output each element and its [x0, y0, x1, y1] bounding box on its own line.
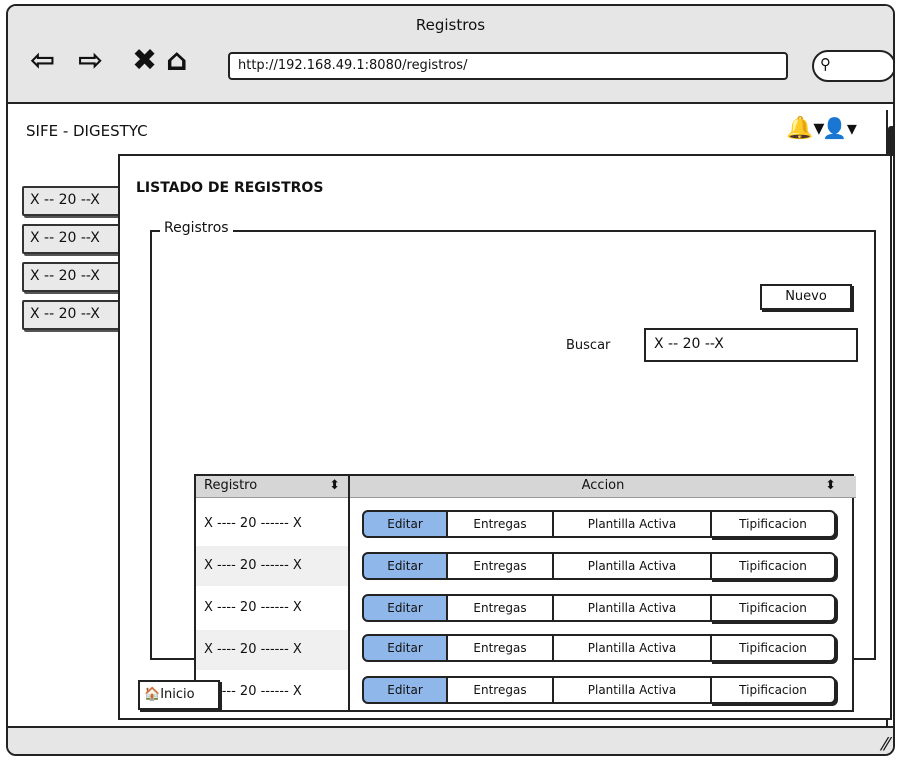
plantilla-activa-button[interactable]: Plantilla Activa — [552, 552, 712, 580]
tipificacion-button[interactable]: Tipificacion — [710, 510, 836, 538]
resize-grip-icon[interactable]: ⁄⁄ — [883, 734, 889, 754]
home-icon: 🏠 — [144, 687, 161, 702]
search-input[interactable]: X -- 20 --X — [644, 328, 858, 362]
entregas-button[interactable]: Entregas — [446, 634, 554, 662]
sort-icon[interactable]: ⬍ — [825, 478, 836, 493]
table-row-registro: X ---- 20 ------ X — [196, 546, 348, 586]
entregas-button[interactable]: Entregas — [446, 510, 554, 538]
home-icon[interactable]: ⌂ — [166, 46, 187, 76]
sidebar-item[interactable]: X -- 20 --X — [22, 186, 120, 216]
editar-button[interactable]: Editar — [362, 552, 448, 580]
plantilla-activa-button[interactable]: Plantilla Activa — [552, 634, 712, 662]
column-divider — [348, 476, 350, 710]
column-header-registro[interactable]: Registro ⬍ — [196, 476, 348, 498]
table-row-registro: X ---- 20 ------ X — [204, 516, 302, 531]
action-group: Editar Entregas Plantilla Activa Tipific… — [362, 510, 844, 538]
editar-button[interactable]: Editar — [362, 634, 448, 662]
entregas-button[interactable]: Entregas — [446, 594, 554, 622]
registros-table: Registro ⬍ Accion ⬍ X ---- 20 ------ X X… — [194, 474, 856, 712]
action-group: Editar Entregas Plantilla Activa Tipific… — [362, 552, 844, 580]
url-bar[interactable]: http://192.168.49.1:8080/registros/ — [228, 52, 788, 80]
action-group: Editar Entregas Plantilla Activa Tipific… — [362, 676, 844, 704]
editar-button[interactable]: Editar — [362, 676, 448, 704]
page-title: LISTADO DE REGISTROS — [136, 180, 324, 196]
sidebar-item[interactable]: X -- 20 --X — [22, 224, 120, 254]
tipificacion-button[interactable]: Tipificacion — [710, 594, 836, 622]
column-header-accion[interactable]: Accion ⬍ — [348, 476, 856, 498]
editar-button[interactable]: Editar — [362, 594, 448, 622]
browser-window: Registros ⇦ ⇨ ✖ ⌂ http://192.168.49.1:80… — [6, 4, 895, 756]
home-button[interactable]: 🏠Inicio — [138, 680, 220, 710]
main-panel: LISTADO DE REGISTROS Registros Nuevo Bus… — [118, 154, 892, 720]
back-arrow-icon[interactable]: ⇦ — [30, 46, 55, 76]
group-label: Registros — [160, 220, 233, 236]
window-title: Registros — [415, 16, 486, 34]
scrollbar-thumb[interactable] — [888, 126, 893, 156]
status-bar: ⁄⁄ — [8, 726, 893, 754]
action-group: Editar Entregas Plantilla Activa Tipific… — [362, 594, 844, 622]
plantilla-activa-button[interactable]: Plantilla Activa — [552, 594, 712, 622]
entregas-button[interactable]: Entregas — [446, 676, 554, 704]
sidebar-item[interactable]: X -- 20 --X — [22, 262, 120, 292]
bell-icon[interactable]: 🔔▾ — [786, 116, 824, 141]
search-label: Buscar — [566, 338, 611, 353]
registros-group: Registros Nuevo Buscar X -- 20 --X Regis… — [150, 220, 876, 712]
tipificacion-button[interactable]: Tipificacion — [710, 676, 836, 704]
browser-titlebar: Registros ⇦ ⇨ ✖ ⌂ http://192.168.49.1:80… — [8, 6, 893, 104]
sidebar-item[interactable]: X -- 20 --X — [22, 300, 120, 330]
table-row-registro: X ---- 20 ------ X — [204, 600, 302, 615]
new-button[interactable]: Nuevo — [760, 284, 852, 310]
user-icon[interactable]: 👤▾ — [822, 116, 857, 140]
tipificacion-button[interactable]: Tipificacion — [710, 552, 836, 580]
editar-button[interactable]: Editar — [362, 510, 448, 538]
entregas-button[interactable]: Entregas — [446, 552, 554, 580]
browser-search[interactable]: ⚲ — [812, 50, 893, 82]
close-icon[interactable]: ✖ — [132, 46, 157, 76]
search-icon: ⚲ — [820, 55, 831, 73]
plantilla-activa-button[interactable]: Plantilla Activa — [552, 510, 712, 538]
sort-icon[interactable]: ⬍ — [329, 478, 340, 493]
table-row-registro: X ---- 20 ------ X — [196, 630, 348, 670]
plantilla-activa-button[interactable]: Plantilla Activa — [552, 676, 712, 704]
tipificacion-button[interactable]: Tipificacion — [710, 634, 836, 662]
app-name: SIFE - DIGESTYC — [26, 122, 148, 140]
forward-arrow-icon[interactable]: ⇨ — [78, 46, 103, 76]
action-group: Editar Entregas Plantilla Activa Tipific… — [362, 634, 844, 662]
